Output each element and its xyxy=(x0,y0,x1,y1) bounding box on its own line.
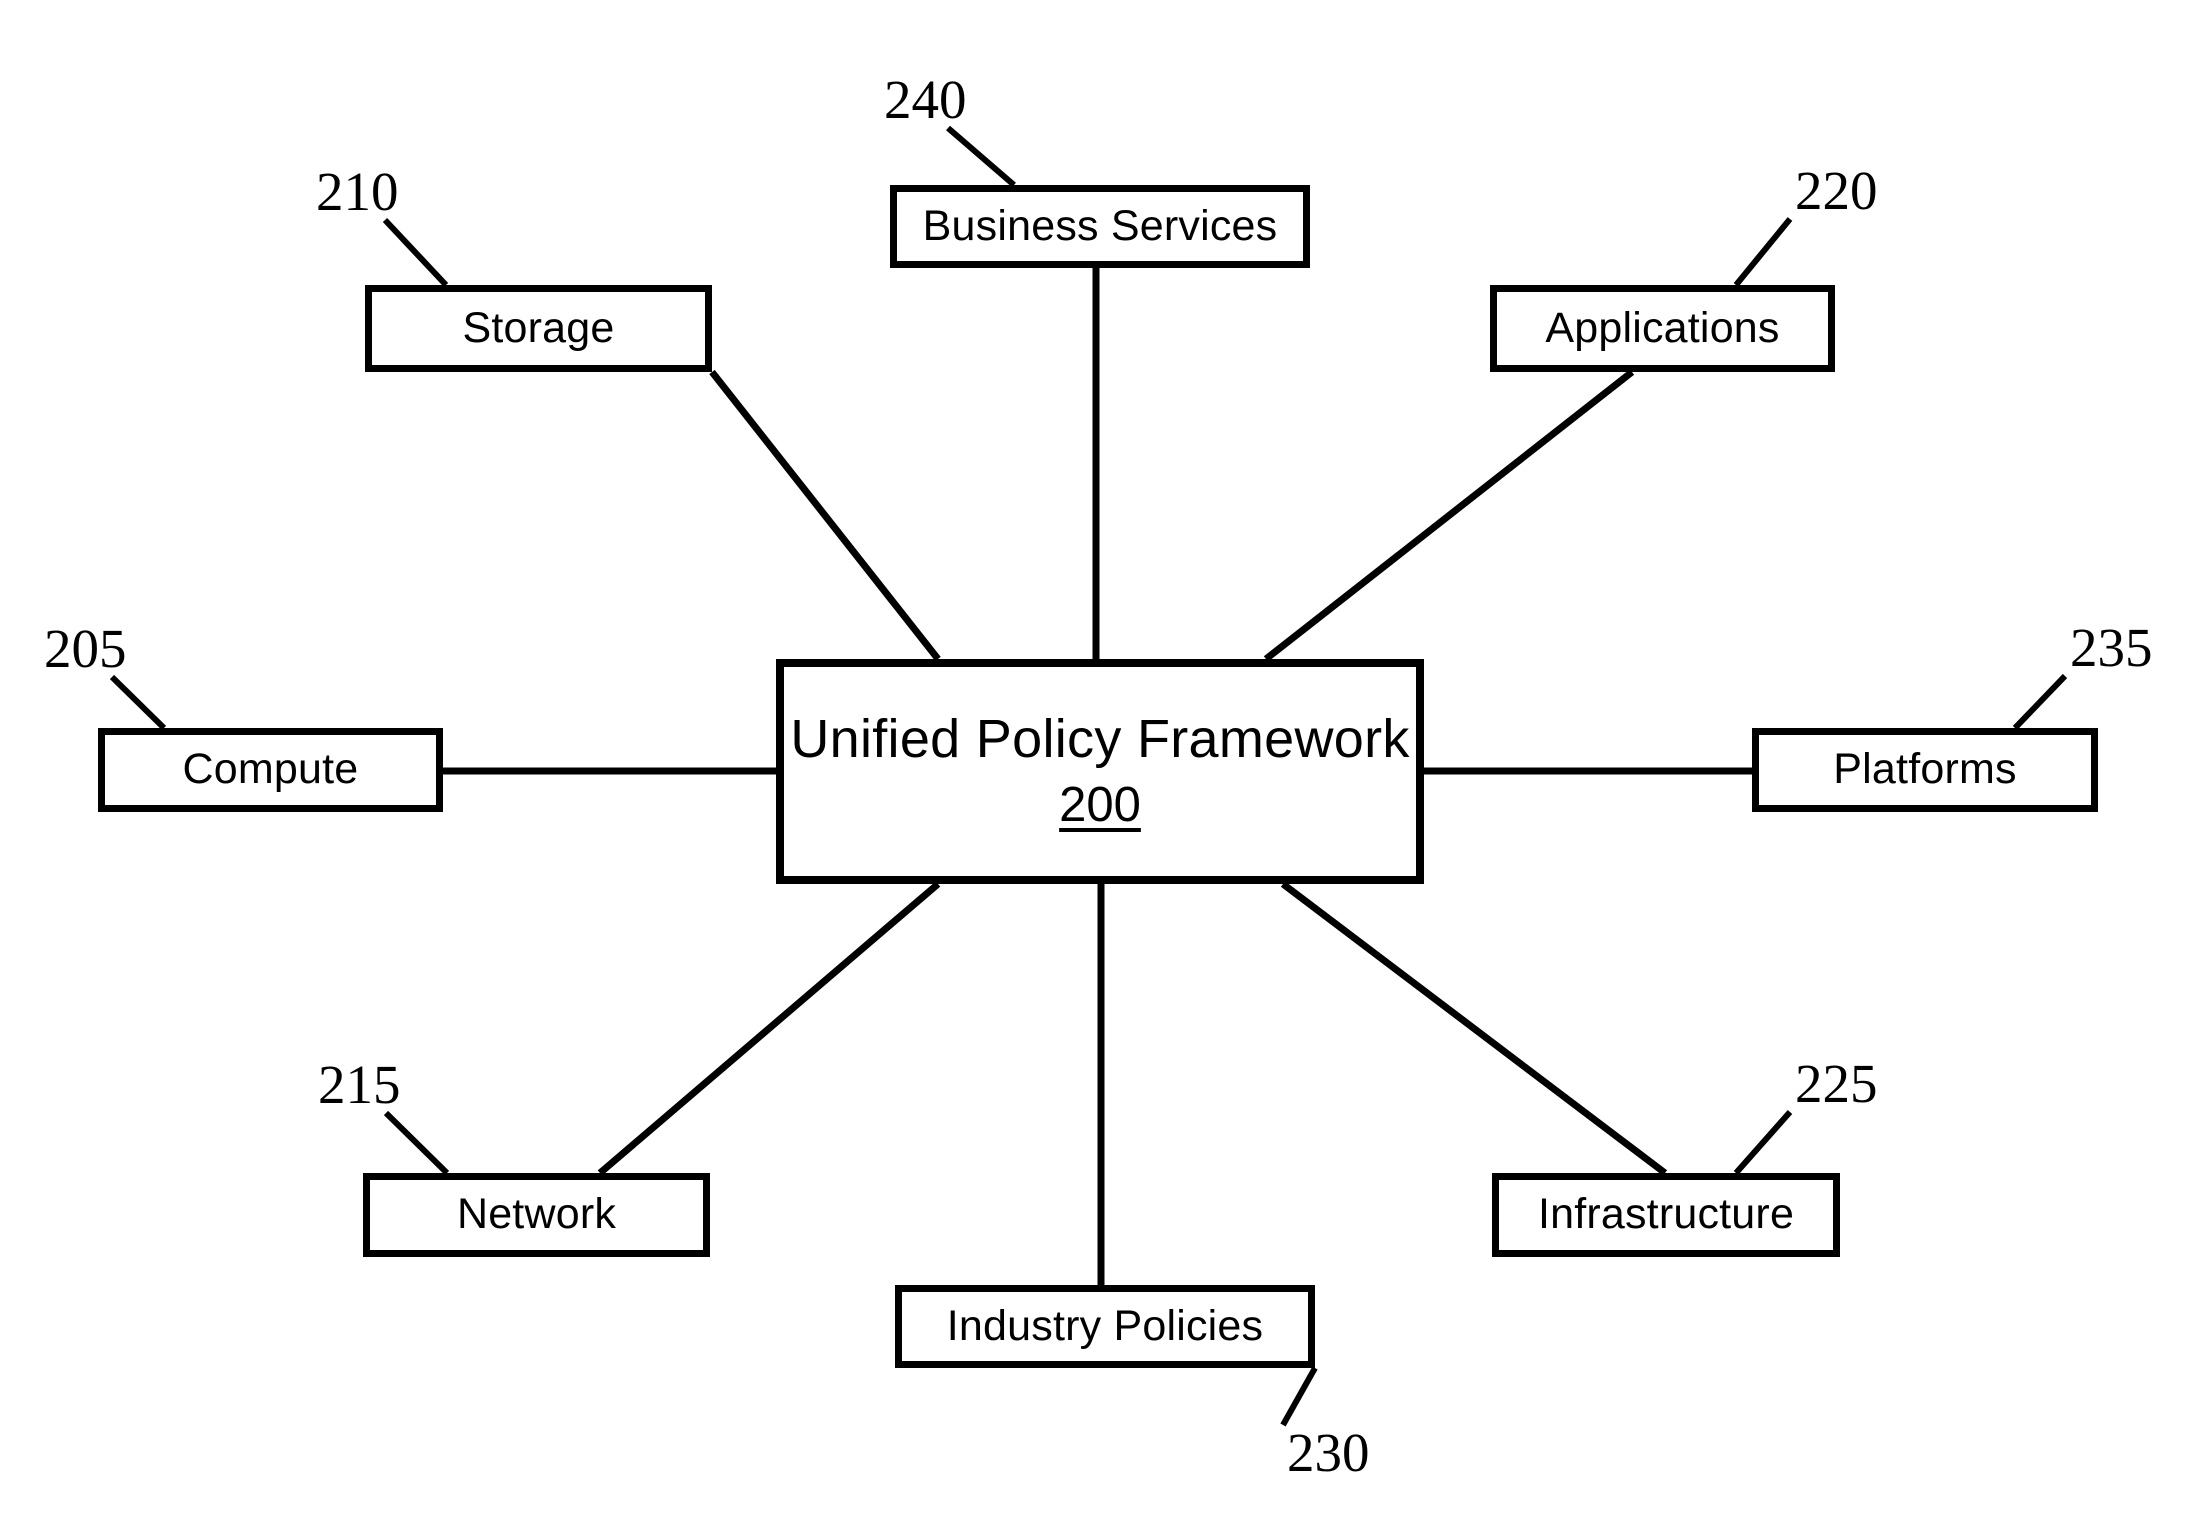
reference-number-240: 240 xyxy=(884,69,967,130)
hub-title: Unified Policy Framework xyxy=(790,709,1410,770)
reference-number-215: 215 xyxy=(318,1054,401,1115)
leader-line-225 xyxy=(1733,1110,1793,1175)
node-compute[interactable]: Compute xyxy=(98,728,443,812)
node-network[interactable]: Network xyxy=(363,1173,710,1257)
connector-applications xyxy=(1263,369,1635,662)
node-industry-policies-label: Industry Policies xyxy=(946,1301,1264,1350)
node-storage-label: Storage xyxy=(462,303,615,352)
node-business-services-label: Business Services xyxy=(922,201,1278,250)
node-applications-label: Applications xyxy=(1545,303,1780,352)
reference-number-225: 225 xyxy=(1795,1053,1878,1114)
leader-line-205 xyxy=(109,674,167,731)
leader-line-220 xyxy=(1733,217,1793,287)
patent-figure: Unified Policy Framework 200 Business Se… xyxy=(0,0,2203,1517)
node-platforms-label: Platforms xyxy=(1833,745,2017,794)
leader-line-210 xyxy=(382,217,449,288)
node-business-services[interactable]: Business Services xyxy=(890,185,1310,268)
reference-number-230: 230 xyxy=(1287,1422,1370,1483)
leader-line-240 xyxy=(946,125,1016,188)
node-network-label: Network xyxy=(456,1190,617,1239)
leader-line-215-real xyxy=(383,1110,450,1176)
node-platforms[interactable]: Platforms xyxy=(1752,728,2098,812)
hub-node-unified-policy-framework[interactable]: Unified Policy Framework 200 xyxy=(776,659,1424,884)
node-storage[interactable]: Storage xyxy=(365,285,712,372)
leader-line-230 xyxy=(1280,1366,1318,1427)
node-compute-label: Compute xyxy=(182,745,359,794)
reference-number-205: 205 xyxy=(44,618,127,679)
connector-network xyxy=(597,881,941,1176)
reference-number-220: 220 xyxy=(1795,160,1878,221)
reference-number-235: 235 xyxy=(2070,617,2153,678)
leader-line-235 xyxy=(2012,673,2068,731)
connector-storage xyxy=(709,369,941,662)
node-applications[interactable]: Applications xyxy=(1490,285,1835,372)
node-infrastructure[interactable]: Infrastructure xyxy=(1492,1173,1840,1257)
reference-number-210: 210 xyxy=(316,161,399,222)
connector-infrastructure xyxy=(1280,881,1668,1176)
node-industry-policies[interactable]: Industry Policies xyxy=(895,1285,1315,1368)
node-infrastructure-label: Infrastructure xyxy=(1537,1190,1795,1239)
hub-reference-number: 200 xyxy=(1059,778,1141,833)
